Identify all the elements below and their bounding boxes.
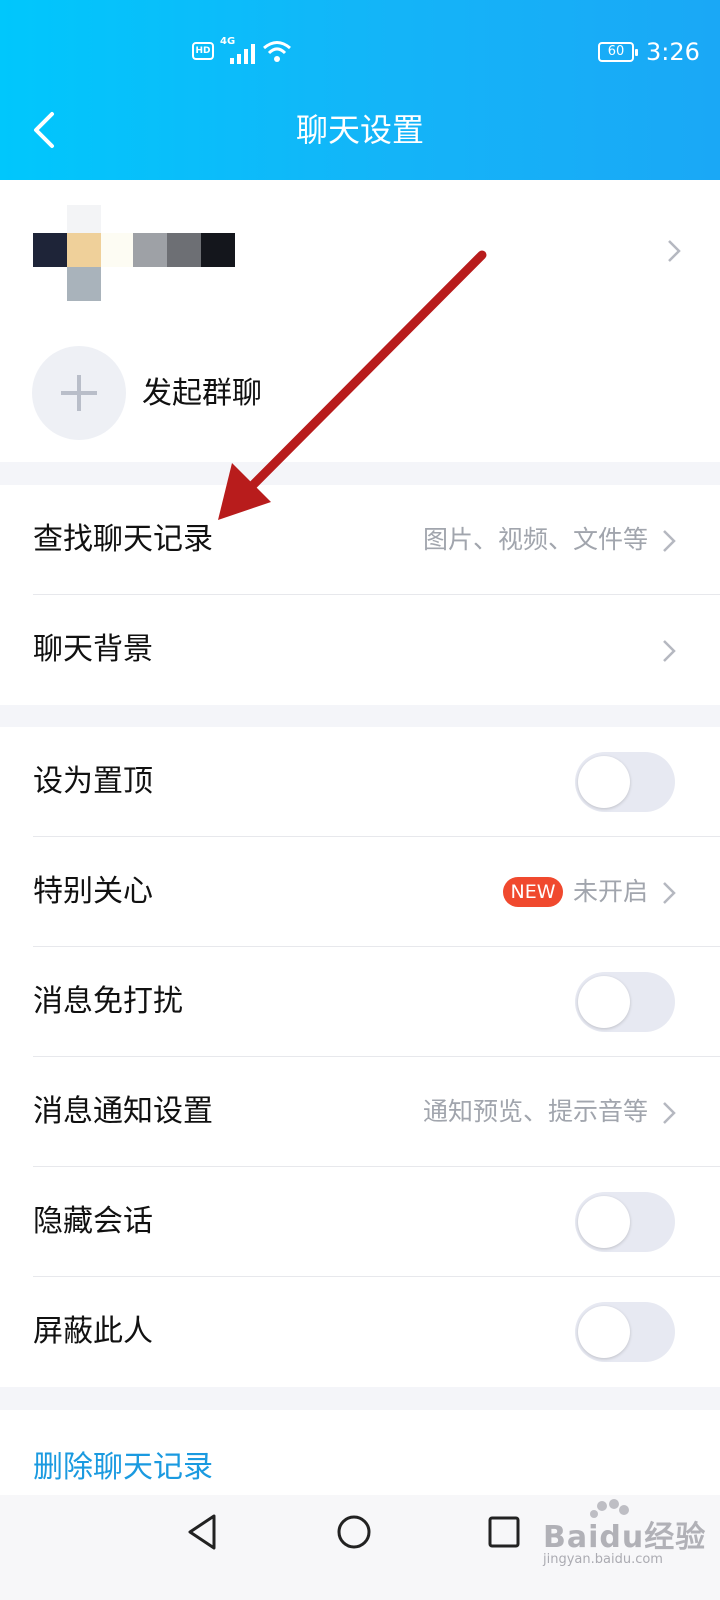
header-bar: HD 4G 60 3:26 聊天设置 xyxy=(0,0,720,180)
do-not-disturb-label: 消息免打扰 xyxy=(33,984,183,1019)
watermark-url: jingyan.baidu.com xyxy=(543,1552,663,1567)
chevron-right-icon xyxy=(663,1102,676,1124)
search-history-row[interactable]: 查找聊天记录 图片、视频、文件等 xyxy=(0,485,720,595)
start-group-chat-button[interactable] xyxy=(32,346,126,440)
pin-top-label: 设为置顶 xyxy=(33,764,153,799)
status-bar: HD 4G 60 3:26 xyxy=(0,36,720,70)
search-history-hint: 图片、视频、文件等 xyxy=(422,525,648,554)
new-badge: NEW xyxy=(503,877,563,907)
signal-icon xyxy=(230,44,255,64)
chat-history-section: 查找聊天记录 图片、视频、文件等 聊天背景 xyxy=(0,485,720,705)
toggle-knob xyxy=(578,1306,630,1358)
notification-settings-row[interactable]: 消息通知设置 通知预览、提示音等 xyxy=(0,1057,720,1167)
do-not-disturb-row: 消息免打扰 xyxy=(0,947,720,1057)
avatar[interactable] xyxy=(33,205,235,305)
chevron-right-icon xyxy=(663,530,676,552)
wifi-icon xyxy=(263,41,291,62)
delete-history-button[interactable]: 删除聊天记录 xyxy=(33,1446,213,1490)
block-user-row: 屏蔽此人 xyxy=(0,1277,720,1387)
chevron-right-icon xyxy=(663,882,676,904)
do-not-disturb-toggle[interactable] xyxy=(575,972,675,1032)
special-care-status: 未开启 xyxy=(572,877,648,906)
block-user-label: 屏蔽此人 xyxy=(33,1314,153,1349)
chat-options-section: 设为置顶 特别关心 NEW 未开启 消息免打扰 消息通知设置 通知预览、提示音等… xyxy=(0,727,720,1387)
nav-recents-icon[interactable] xyxy=(484,1512,524,1552)
toggle-knob xyxy=(578,756,630,808)
toggle-knob xyxy=(578,1196,630,1248)
hd-icon: HD xyxy=(192,42,214,60)
nav-home-icon[interactable] xyxy=(334,1512,374,1552)
notification-settings-label: 消息通知设置 xyxy=(33,1094,213,1129)
watermark-brand: Baidu经验 xyxy=(543,1520,707,1555)
nav-back-icon[interactable] xyxy=(184,1512,224,1552)
battery-icon: 60 xyxy=(598,42,638,62)
notification-settings-hint: 通知预览、提示音等 xyxy=(422,1097,648,1126)
pin-top-row: 设为置顶 xyxy=(0,727,720,837)
special-care-row[interactable]: 特别关心 NEW 未开启 xyxy=(0,837,720,947)
clock: 3:26 xyxy=(646,38,700,66)
toggle-knob xyxy=(578,976,630,1028)
special-care-label: 特别关心 xyxy=(33,874,153,909)
search-history-label: 查找聊天记录 xyxy=(33,522,213,557)
start-group-label: 发起群聊 xyxy=(142,376,262,411)
page-title: 聊天设置 xyxy=(295,111,424,149)
block-user-toggle[interactable] xyxy=(575,1302,675,1362)
chevron-right-icon[interactable] xyxy=(664,236,684,266)
pin-top-toggle[interactable] xyxy=(575,752,675,812)
hide-chat-label: 隐藏会话 xyxy=(33,1204,153,1239)
hide-chat-toggle[interactable] xyxy=(575,1192,675,1252)
chat-background-label: 聊天背景 xyxy=(33,632,153,667)
hide-chat-row: 隐藏会话 xyxy=(0,1167,720,1277)
chat-background-row[interactable]: 聊天背景 xyxy=(0,595,720,705)
chevron-right-icon xyxy=(663,640,676,662)
